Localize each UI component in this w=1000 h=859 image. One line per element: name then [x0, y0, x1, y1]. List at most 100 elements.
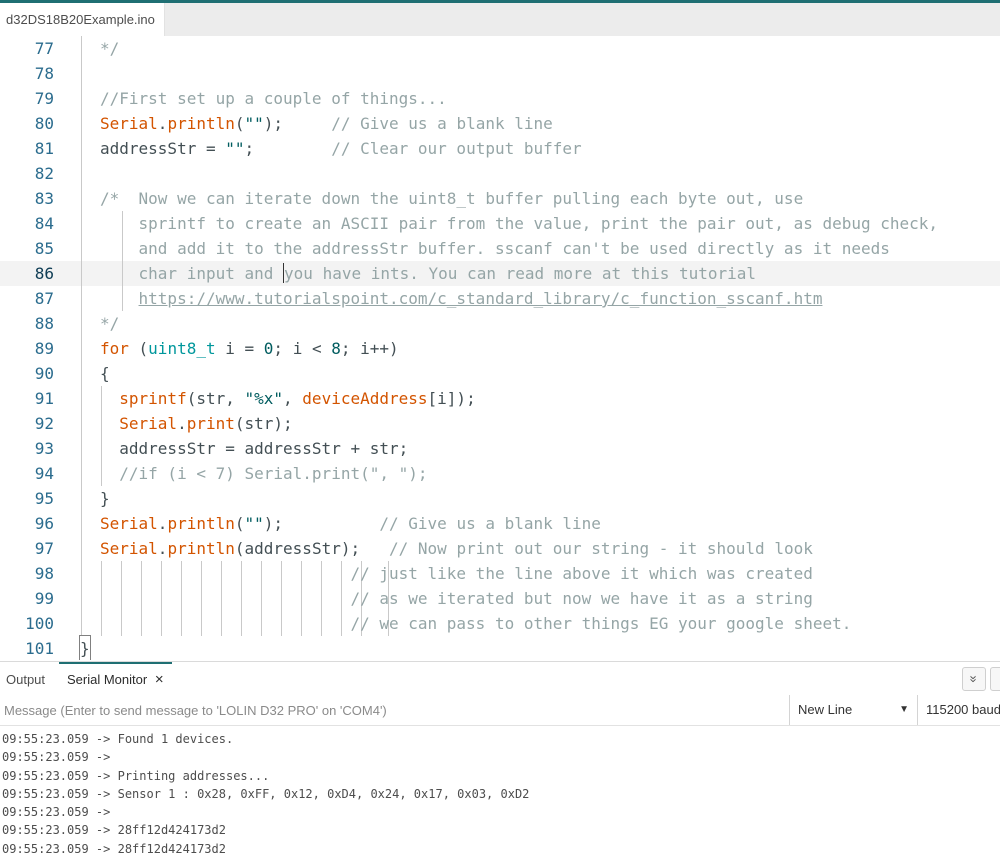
code-comment: // as we iterated but now we have it as … — [100, 589, 813, 608]
code-token: char input and — [100, 264, 284, 283]
code-token: ); — [263, 114, 284, 133]
line-number: 101 — [25, 639, 54, 658]
indent-guide — [81, 336, 82, 361]
code-token: "" — [244, 514, 264, 533]
code-text: sprintf(str, "%x", deviceAddress[i]); — [100, 386, 476, 411]
code-editor[interactable]: 77 */ 78 79 //First set up a couple of t… — [0, 36, 1000, 660]
line-number: 99 — [34, 589, 54, 608]
indent-guide — [81, 61, 82, 86]
code-token: ( — [234, 514, 245, 533]
tutorial-link[interactable]: https://www.tutorialspoint.com/c_standar… — [139, 289, 823, 308]
code-token: ( — [234, 114, 245, 133]
close-icon[interactable]: × — [155, 671, 164, 688]
code-token: (str); — [234, 414, 293, 433]
code-text: /* Now we can iterate down the uint8_t b… — [100, 189, 804, 208]
bottom-panel-tabs: Output Serial Monitor × » — [0, 661, 1000, 696]
line-ending-select[interactable]: New Line ▼ — [789, 695, 917, 725]
code-token: deviceAddress — [302, 389, 428, 408]
code-line: 93 addressStr = addressStr + str; — [0, 436, 1000, 461]
line-number: 90 — [34, 364, 54, 383]
indent-guide — [81, 211, 82, 236]
indent-guide — [81, 586, 82, 611]
code-text: char input and you have ints. You can re… — [100, 261, 756, 286]
code-text: Serial.println(""); // Give us a blank l… — [100, 111, 553, 136]
code-text: for (uint8_t i = 0; i < 8; i++) — [100, 336, 399, 361]
indent-guide — [81, 236, 82, 261]
code-line: 96 Serial.println(""); // Give us a blan… — [0, 511, 1000, 536]
file-tab-label: d32DS18B20Example.ino — [6, 12, 155, 27]
code-token: . — [157, 539, 168, 558]
baud-rate-value: 115200 baud — [926, 702, 1000, 717]
code-text: { — [100, 364, 110, 383]
line-number: 91 — [34, 389, 54, 408]
tab-serial-monitor[interactable]: Serial Monitor × — [59, 662, 172, 697]
code-token: ; i++) — [340, 339, 399, 358]
line-number: 93 — [34, 439, 54, 458]
code-token: Serial — [119, 414, 178, 433]
line-number: 87 — [34, 289, 54, 308]
code-line: 88 */ — [0, 311, 1000, 336]
serial-message-input[interactable] — [0, 695, 796, 725]
code-token: [i]); — [427, 389, 476, 408]
code-token: . — [177, 414, 187, 433]
code-text: addressStr = ""; // Clear our output buf… — [100, 136, 582, 161]
code-line: 101 } — [0, 635, 1000, 660]
file-tab[interactable]: d32DS18B20Example.ino — [0, 3, 165, 36]
line-number: 96 — [34, 514, 54, 533]
code-line: 97 Serial.println(addressStr); // Now pr… — [0, 536, 1000, 561]
code-comment: // just like the line above it which was… — [100, 564, 813, 583]
line-number: 92 — [34, 414, 54, 433]
serial-output-line: 09:55:23.059 -> — [2, 750, 118, 765]
baud-rate-select[interactable]: 115200 baud — [917, 695, 1000, 725]
code-line-active: 86 char input and you have ints. You can… — [0, 261, 1000, 286]
indent-guide — [81, 361, 82, 386]
line-number: 84 — [34, 214, 54, 233]
code-line: 85 and add it to the addressStr buffer. … — [0, 236, 1000, 261]
timestamp-toggle-icon[interactable] — [990, 667, 1000, 691]
code-text: addressStr = addressStr + str; — [100, 439, 409, 458]
code-line: 92 Serial.print(str); — [0, 411, 1000, 436]
code-text: */ — [100, 39, 120, 58]
code-token: . — [157, 114, 168, 133]
code-token: ; — [244, 139, 255, 158]
code-text: } — [100, 489, 110, 508]
serial-output[interactable]: 09:55:23.059 -> Found 1 devices. 09:55:2… — [0, 730, 1000, 859]
code-text: https://www.tutorialspoint.com/c_standar… — [100, 286, 823, 311]
matching-bracket: } — [79, 635, 91, 660]
indent-guide — [81, 86, 82, 111]
line-ending-value: New Line — [798, 702, 853, 717]
collapse-panel-icon[interactable]: » — [962, 667, 986, 691]
code-line: 78 — [0, 61, 1000, 86]
code-token: "%x" — [244, 389, 284, 408]
chevron-double-icon: » — [966, 675, 982, 683]
line-number: 77 — [34, 39, 54, 58]
code-text: */ — [100, 314, 120, 333]
line-number: 86 — [34, 264, 54, 283]
code-line: 82 — [0, 161, 1000, 186]
code-token: 0 — [263, 339, 274, 358]
code-token: ( — [128, 339, 149, 358]
code-token: 8 — [331, 339, 341, 358]
code-token: println — [167, 539, 235, 558]
indent-guide — [81, 261, 82, 286]
code-comment: // Give us a blank line — [283, 514, 601, 533]
code-token: i = — [215, 339, 264, 358]
code-token: uint8_t — [148, 339, 216, 358]
editor-tab-bar: d32DS18B20Example.ino — [0, 3, 1000, 37]
code-line: 89 for (uint8_t i = 0; i < 8; i++) — [0, 336, 1000, 361]
code-line: 91 sprintf(str, "%x", deviceAddress[i]); — [0, 386, 1000, 411]
indent-guide — [81, 286, 82, 311]
code-token: , — [283, 389, 303, 408]
code-line: 77 */ — [0, 36, 1000, 61]
indent-guide — [81, 411, 82, 436]
line-number: 100 — [25, 614, 54, 633]
tab-output[interactable]: Output — [6, 662, 45, 695]
code-line: 84 sprintf to create an ASCII pair from … — [0, 211, 1000, 236]
code-text: Serial.println(addressStr); // Now print… — [100, 536, 813, 561]
line-number: 88 — [34, 314, 54, 333]
line-number: 85 — [34, 239, 54, 258]
indent-guide — [81, 136, 82, 161]
code-token: Serial — [100, 114, 158, 133]
